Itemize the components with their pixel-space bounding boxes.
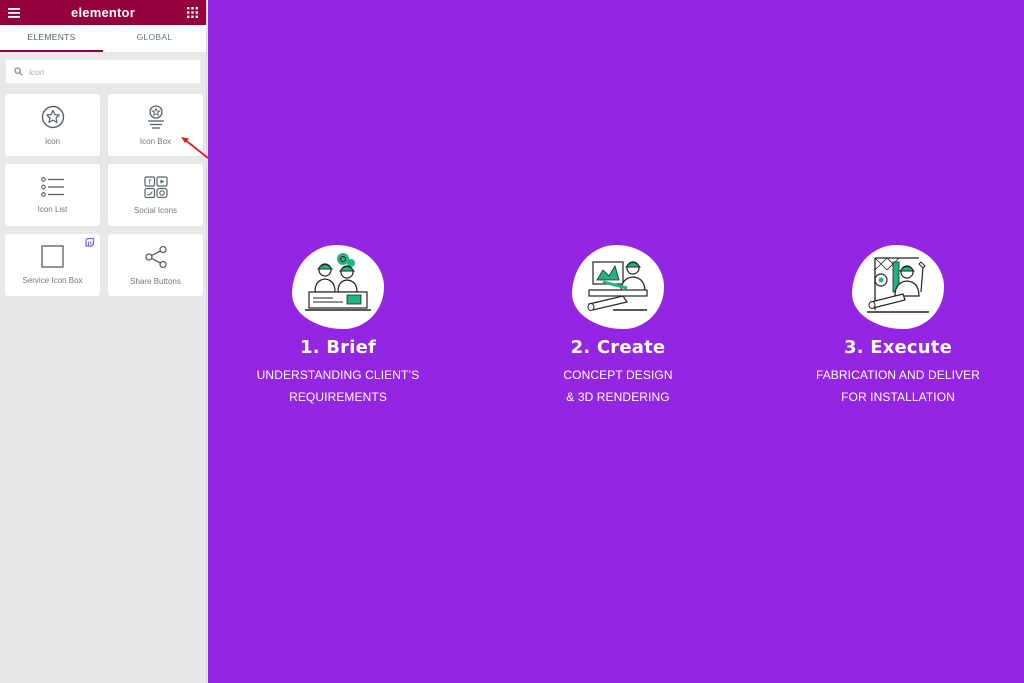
pro-badge-icon	[85, 237, 95, 247]
elementor-panel: elementor ELEMENTS GLOBAL Icon	[0, 0, 209, 683]
widget-share-buttons[interactable]: Share Buttons	[108, 234, 203, 296]
step-create: 2. Create CONCEPT DESIGN & 3D RENDERING	[488, 245, 748, 408]
panel-header: elementor	[0, 0, 206, 25]
step-title: 1. Brief	[299, 337, 377, 358]
widget-label: Icon List	[37, 204, 68, 214]
star-circle-icon	[41, 105, 64, 128]
step-brief: 1. Brief UNDERSTANDING CLIENT’S REQUIREM…	[208, 245, 468, 408]
step-description-line: & 3D RENDERING	[566, 390, 670, 404]
widget-label: Service Icon Box	[22, 276, 83, 285]
widget-label: Share Buttons	[130, 276, 181, 286]
social-icons-icon: f	[143, 175, 168, 198]
create-illustration-icon	[587, 261, 648, 311]
step-description-line: FABRICATION AND DELIVER	[815, 368, 981, 382]
step-description: FABRICATION AND DELIVER FOR INSTALLATION	[768, 364, 1024, 408]
panel-tabs: ELEMENTS GLOBAL	[0, 25, 206, 52]
search-icon	[14, 67, 23, 76]
widget-label: Social Icons	[133, 205, 178, 215]
brief-illustration-icon	[305, 253, 371, 311]
widget-icon-list[interactable]: Icon List	[5, 164, 100, 226]
execute-illustration-icon	[867, 257, 929, 313]
tab-global[interactable]: GLOBAL	[103, 25, 206, 52]
tab-elements[interactable]: ELEMENTS	[0, 25, 103, 52]
widget-search	[5, 59, 201, 84]
widget-service-icon-box[interactable]: Service Icon Box	[5, 234, 100, 296]
annotation-arrow-icon	[181, 137, 209, 159]
step-description-line: UNDERSTANDING CLIENT’S	[256, 368, 420, 382]
step-description: UNDERSTANDING CLIENT’S REQUIREMENTS	[208, 364, 468, 408]
widget-label: Icon Box	[139, 136, 172, 146]
list-icon	[40, 176, 64, 197]
step-title: 2. Create	[570, 337, 666, 358]
elementor-logo: elementor	[71, 5, 135, 20]
widget-icon[interactable]: Icon	[5, 94, 100, 156]
widgets-grid-icon[interactable]	[185, 6, 199, 20]
hamburger-menu-icon[interactable]	[7, 6, 21, 20]
page-canvas[interactable]: 1. Brief UNDERSTANDING CLIENT’S REQUIREM…	[208, 0, 1024, 683]
step-description-line: FOR INSTALLATION	[841, 390, 955, 404]
widget-grid: Icon Icon Box Icon List f Social Icons S…	[0, 94, 206, 296]
step-execute: 3. Execute FABRICATION AND DELIVER FOR I…	[768, 245, 1024, 408]
step-description: CONCEPT DESIGN & 3D RENDERING	[488, 364, 748, 408]
square-icon	[41, 245, 64, 268]
illustration-blob	[292, 245, 384, 329]
svg-text:f: f	[148, 178, 151, 186]
step-description-line: CONCEPT DESIGN	[563, 368, 673, 382]
widget-social-icons[interactable]: f Social Icons	[108, 164, 203, 226]
step-description-line: REQUIREMENTS	[289, 390, 387, 404]
widget-label: Icon	[44, 136, 61, 146]
share-icon	[144, 245, 167, 268]
illustration-blob	[852, 245, 944, 329]
icon-box-icon	[147, 104, 164, 129]
search-input[interactable]	[29, 66, 189, 77]
step-title: 3. Execute	[843, 337, 953, 358]
illustration-blob	[572, 245, 664, 329]
